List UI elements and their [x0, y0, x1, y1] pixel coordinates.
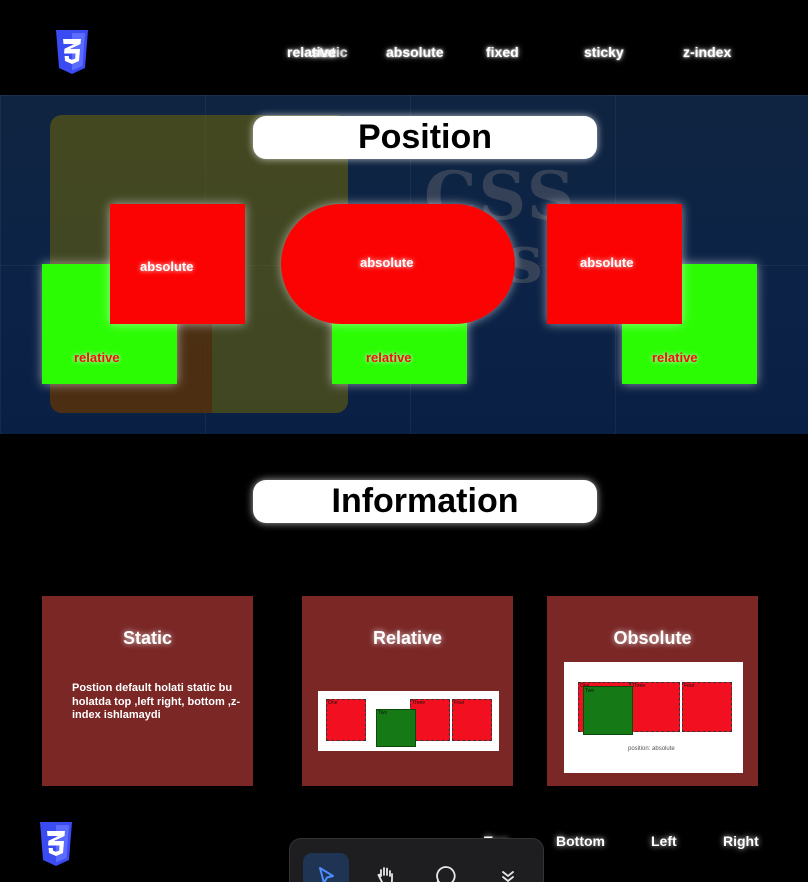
information-title: Information [253, 480, 597, 523]
card-description: Postion default holati static bu holatda… [72, 682, 241, 721]
cursor-arrow-icon [319, 867, 334, 882]
nav-link-static[interactable]: static [311, 44, 348, 60]
footer-css3-logo-icon[interactable] [38, 822, 74, 866]
floating-toolbar [289, 838, 544, 882]
css3-logo-icon[interactable] [54, 30, 90, 74]
demo-label-two: Two [585, 688, 595, 694]
demo-label-four: Four [454, 700, 465, 706]
nav-link-z-index[interactable]: z-index [683, 44, 731, 60]
demo-box-three [630, 682, 680, 732]
footer-link-left[interactable]: Left [651, 833, 677, 849]
info-card-absolute: Obsolute One Two Three Four position: ab… [547, 596, 758, 786]
demo-caption: position: absolute [628, 746, 675, 752]
card-title: Relative [372, 628, 443, 648]
footer-link-bottom[interactable]: Bottom [556, 833, 605, 849]
absolute-label-2: absolute [360, 255, 414, 270]
card-title: Obsolute [613, 628, 692, 648]
comment-tool-button[interactable] [423, 853, 469, 882]
absolute-label-1: absolute [140, 259, 194, 274]
info-card-relative: Relative One Two Three Four [302, 596, 513, 786]
absolute-demo-image: One Two Three Four position: absolute [564, 662, 743, 773]
comment-bubble-icon [436, 866, 456, 882]
hand-icon [377, 867, 393, 882]
hand-tool-button[interactable] [363, 853, 409, 882]
demo-label-four: Four [684, 683, 695, 689]
nav-link-absolute[interactable]: absolute [386, 44, 444, 60]
demo-box-four [682, 682, 732, 732]
footer-link-right[interactable]: Right [723, 833, 759, 849]
chevron-double-down-icon [502, 871, 514, 882]
demo-label-one: One [328, 700, 338, 706]
relative-label-3: relative [652, 350, 698, 365]
more-tools-button[interactable] [485, 853, 531, 882]
relative-label-2: relative [366, 350, 412, 365]
demo-label-three: Three [632, 683, 646, 689]
relative-label-1: relative [74, 350, 120, 365]
info-card-static: Static Postion default holati static bu … [42, 596, 253, 786]
select-tool-button[interactable] [303, 853, 349, 882]
nav-link-fixed[interactable]: fixed [486, 44, 519, 60]
demo-label-two: Two [378, 710, 388, 716]
relative-demo-image: One Two Three Four [318, 691, 499, 751]
position-title: Position [253, 116, 597, 159]
absolute-label-3: absolute [580, 255, 634, 270]
demo-label-three: Three [412, 700, 426, 706]
card-title: Static [122, 628, 173, 648]
nav-link-sticky[interactable]: sticky [584, 44, 624, 60]
